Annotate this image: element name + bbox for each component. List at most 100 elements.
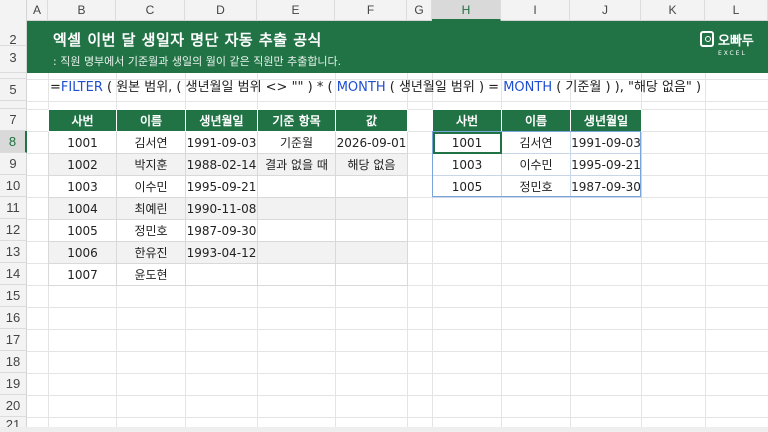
logo-icon bbox=[700, 31, 714, 47]
row-header-5[interactable]: 5 bbox=[0, 79, 27, 101]
row-header-2[interactable]: 2 bbox=[0, 21, 27, 47]
table-cell[interactable]: 김서연 bbox=[116, 131, 186, 154]
table-row: 1005 정민호 1987-09-30 bbox=[48, 219, 408, 242]
table-cell[interactable]: 1995-09-21 bbox=[570, 153, 642, 176]
row-header-16[interactable]: 16 bbox=[0, 307, 27, 329]
table-cell[interactable]: 1004 bbox=[48, 197, 117, 220]
table-cell[interactable] bbox=[335, 175, 408, 198]
column-header-b[interactable]: B bbox=[48, 0, 116, 21]
formula-part: ( 원본 범위, ( 생년월일 범위 <> "" ) * ( bbox=[102, 80, 337, 95]
table-cell[interactable] bbox=[335, 263, 408, 286]
row-header-6[interactable]: 6 bbox=[0, 101, 27, 109]
table-header-row: 사번 이름 생년월일 bbox=[432, 109, 642, 132]
header-cell-criteria[interactable]: 기준 항목 bbox=[257, 109, 336, 132]
formula-part: = bbox=[50, 80, 61, 95]
table-cell[interactable] bbox=[335, 197, 408, 220]
row-header-7[interactable]: 7 bbox=[0, 109, 27, 131]
table-cell[interactable]: 1001 bbox=[48, 131, 117, 154]
table-cell[interactable]: 결과 없을 때 bbox=[257, 153, 336, 176]
title-banner: 엑셀 이번 달 생일자 명단 자동 추출 공식 : 직원 명부에서 기준월과 생… bbox=[27, 21, 768, 73]
table-cell[interactable]: 1005 bbox=[432, 175, 502, 198]
header-cell-name[interactable]: 이름 bbox=[116, 109, 186, 132]
filter-result-table: 사번 이름 생년월일 1001 김서연 1991-09-03 1003 이수민 … bbox=[432, 109, 642, 198]
table-cell[interactable]: 기준월 bbox=[257, 131, 336, 154]
table-cell[interactable] bbox=[335, 241, 408, 264]
row-header-10[interactable]: 10 bbox=[0, 175, 27, 197]
banner-subtitle: : 직원 명부에서 기준월과 생일의 월이 같은 직원만 추출합니다. bbox=[53, 55, 342, 68]
row-header-19[interactable]: 19 bbox=[0, 373, 27, 395]
column-header-a[interactable]: A bbox=[27, 0, 48, 21]
column-header-e[interactable]: E bbox=[257, 0, 335, 21]
row-header-13[interactable]: 13 bbox=[0, 241, 27, 263]
table-cell[interactable] bbox=[257, 175, 336, 198]
table-cell[interactable]: 1006 bbox=[48, 241, 117, 264]
table-cell[interactable]: 김서연 bbox=[501, 131, 571, 154]
column-header-h[interactable]: H bbox=[432, 0, 501, 21]
employee-source-table: 사번 이름 생년월일 기준 항목 값 1001 김서연 1991-09-03 기… bbox=[48, 109, 408, 286]
table-cell[interactable]: 박지훈 bbox=[116, 153, 186, 176]
table-cell[interactable]: 1995-09-21 bbox=[185, 175, 258, 198]
row-header-9[interactable]: 9 bbox=[0, 153, 27, 175]
row-header-12[interactable]: 12 bbox=[0, 219, 27, 241]
table-cell[interactable]: 2026-09-01 bbox=[335, 131, 408, 154]
formula-text[interactable]: =FILTER ( 원본 범위, ( 생년월일 범위 <> "" ) * ( M… bbox=[50, 76, 701, 95]
column-header-j[interactable]: J bbox=[570, 0, 641, 21]
row-header-8[interactable]: 8 bbox=[0, 131, 27, 153]
column-header-k[interactable]: K bbox=[641, 0, 705, 21]
table-row: 1004 최예린 1990-11-08 bbox=[48, 197, 408, 220]
table-cell[interactable]: 1005 bbox=[48, 219, 117, 242]
row-header-20[interactable]: 20 bbox=[0, 395, 27, 417]
header-cell-birthdate[interactable]: 생년월일 bbox=[185, 109, 258, 132]
table-cell[interactable]: 1987-09-30 bbox=[570, 175, 642, 198]
table-cell[interactable]: 1987-09-30 bbox=[185, 219, 258, 242]
row-header-3[interactable]: 3 bbox=[0, 46, 27, 73]
formula-function-filter: FILTER bbox=[60, 80, 103, 95]
table-cell[interactable]: 1988-02-14 bbox=[185, 153, 258, 176]
table-cell[interactable]: 해당 없음 bbox=[335, 153, 408, 176]
column-header-l[interactable]: L bbox=[705, 0, 768, 21]
table-cell[interactable]: 이수민 bbox=[116, 175, 186, 198]
column-header-f[interactable]: F bbox=[335, 0, 407, 21]
table-row: 1001 김서연 1991-09-03 기준월 2026-09-01 bbox=[48, 131, 408, 154]
column-header-c[interactable]: C bbox=[116, 0, 185, 21]
row-header-15[interactable]: 15 bbox=[0, 285, 27, 307]
table-cell[interactable]: 1002 bbox=[48, 153, 117, 176]
row-header-11[interactable]: 11 bbox=[0, 197, 27, 219]
logo-text: 오빠두 bbox=[718, 34, 754, 49]
column-header-i[interactable]: I bbox=[501, 0, 570, 21]
active-cell[interactable]: 1001 bbox=[432, 131, 502, 154]
row-header-17[interactable]: 17 bbox=[0, 329, 27, 351]
table-cell[interactable]: 1991-09-03 bbox=[570, 131, 642, 154]
table-cell[interactable] bbox=[257, 263, 336, 286]
table-cell[interactable]: 한유진 bbox=[116, 241, 186, 264]
result-header-birthdate[interactable]: 생년월일 bbox=[570, 109, 642, 132]
table-cell[interactable]: 1007 bbox=[48, 263, 117, 286]
table-cell[interactable] bbox=[257, 197, 336, 220]
table-cell[interactable]: 1003 bbox=[432, 153, 502, 176]
table-row: 1003 이수민 1995-09-21 bbox=[432, 153, 642, 176]
table-cell[interactable] bbox=[257, 241, 336, 264]
table-cell[interactable] bbox=[257, 219, 336, 242]
select-all-corner[interactable] bbox=[0, 0, 27, 21]
formula-function-month: MONTH bbox=[503, 80, 553, 95]
column-header-d[interactable]: D bbox=[185, 0, 257, 21]
table-cell[interactable]: 윤도현 bbox=[116, 263, 186, 286]
table-cell[interactable] bbox=[185, 263, 258, 286]
table-cell[interactable] bbox=[335, 219, 408, 242]
horizontal-scrollbar[interactable] bbox=[0, 427, 768, 432]
table-cell[interactable]: 정민호 bbox=[116, 219, 186, 242]
table-cell[interactable]: 1990-11-08 bbox=[185, 197, 258, 220]
column-header-g[interactable]: G bbox=[407, 0, 432, 21]
row-header-18[interactable]: 18 bbox=[0, 351, 27, 373]
table-cell[interactable]: 이수민 bbox=[501, 153, 571, 176]
table-cell[interactable]: 정민호 bbox=[501, 175, 571, 198]
table-cell[interactable]: 최예린 bbox=[116, 197, 186, 220]
header-cell-id[interactable]: 사번 bbox=[48, 109, 117, 132]
row-header-14[interactable]: 14 bbox=[0, 263, 27, 285]
result-header-name[interactable]: 이름 bbox=[501, 109, 571, 132]
result-header-id[interactable]: 사번 bbox=[432, 109, 502, 132]
table-cell[interactable]: 1003 bbox=[48, 175, 117, 198]
table-cell[interactable]: 1991-09-03 bbox=[185, 131, 258, 154]
table-cell[interactable]: 1993-04-12 bbox=[185, 241, 258, 264]
header-cell-value[interactable]: 값 bbox=[335, 109, 408, 132]
